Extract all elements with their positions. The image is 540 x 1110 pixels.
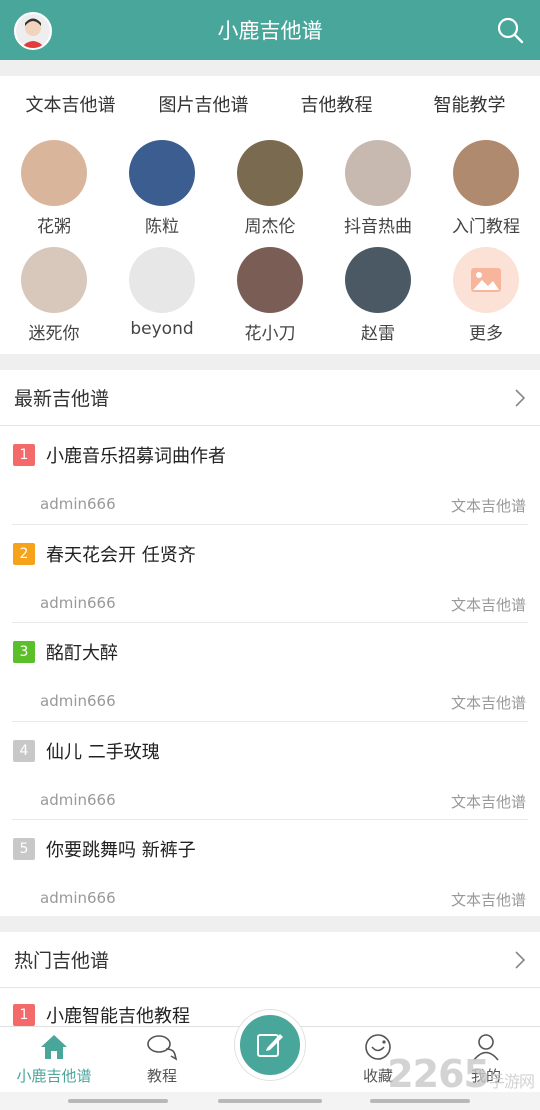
tab-type: 文本吉他谱 bbox=[450, 694, 526, 712]
watermark-logo: 2265手游网 bbox=[387, 1052, 535, 1096]
tab-type: 文本吉他谱 bbox=[450, 891, 526, 909]
category-panel: 文本吉他谱 图片吉他谱 吉他教程 智能教学 花粥 陈粒 周杰伦 抖音热曲 入门教… bbox=[0, 76, 540, 354]
tab-type: 文本吉他谱 bbox=[450, 792, 526, 811]
song-title: 酩酊大醉 bbox=[46, 643, 118, 664]
rank-badge: 1 bbox=[13, 1004, 35, 1026]
artist-avatar bbox=[21, 247, 87, 313]
artist-avatar bbox=[453, 140, 519, 206]
artist-name: 入门教程 bbox=[452, 217, 520, 237]
artist-name: 陈粒 bbox=[145, 217, 179, 237]
search-icon[interactable] bbox=[496, 16, 524, 44]
tab-type: 文本吉他谱 bbox=[450, 595, 526, 614]
artist-avatar bbox=[129, 140, 195, 206]
section-title: 最新吉他谱 bbox=[14, 388, 110, 410]
more-item[interactable]: 更多 bbox=[432, 247, 540, 344]
nav-pill[interactable] bbox=[68, 1099, 168, 1103]
section-title: 热门吉他谱 bbox=[14, 950, 110, 972]
artist-item[interactable]: 抖音热曲 bbox=[324, 140, 432, 237]
artist-item[interactable]: 花小刀 bbox=[216, 247, 324, 344]
artist-avatar bbox=[129, 247, 195, 313]
song-title: 小鹿智能吉他教程 bbox=[46, 1006, 190, 1027]
latest-list: 1 小鹿音乐招募词曲作者 admin666 文本吉他谱 2 春天花会开 任贤齐 admin6… bbox=[0, 426, 540, 919]
user-avatar[interactable] bbox=[14, 12, 52, 50]
artist-avatar bbox=[237, 247, 303, 313]
list-item[interactable]: 5 你要跳舞吗 新裤子 admin666 文本吉他谱 bbox=[12, 820, 528, 919]
top-bar: 小鹿吉他谱 bbox=[0, 0, 540, 60]
tab-home[interactable]: 小鹿吉他谱 bbox=[0, 1027, 108, 1092]
rank-badge: 4 bbox=[13, 739, 35, 762]
author-name: admin666 bbox=[40, 692, 116, 710]
author-name: admin666 bbox=[40, 790, 116, 809]
artist-name: 花小刀 bbox=[244, 324, 296, 344]
hot-header[interactable]: 热门吉他谱 bbox=[0, 932, 540, 988]
list-item[interactable]: 2 春天花会开 任贤齐 admin666 文本吉他谱 bbox=[12, 525, 528, 623]
latest-section: 最新吉他谱 1 小鹿音乐招募词曲作者 admin666 文本吉他谱 2 春天花会开 任贤齐… bbox=[0, 370, 540, 916]
artist-item[interactable]: 陈粒 bbox=[108, 140, 216, 237]
rank-badge: 2 bbox=[13, 542, 35, 565]
artist-name: 周杰伦 bbox=[244, 217, 296, 237]
artist-grid: 花粥 陈粒 周杰伦 抖音热曲 入门教程 迷死你 beyond 花小刀 赵雷 更多 bbox=[0, 132, 540, 344]
artist-item[interactable]: 入门教程 bbox=[432, 140, 540, 237]
rank-badge: 5 bbox=[13, 838, 35, 860]
nav-pill[interactable] bbox=[218, 1099, 322, 1103]
image-placeholder-icon bbox=[453, 247, 519, 313]
home-icon bbox=[41, 1035, 67, 1059]
song-title: 春天花会开 任贤齐 bbox=[46, 544, 196, 566]
song-title: 小鹿音乐招募词曲作者 bbox=[46, 446, 226, 467]
artist-avatar bbox=[345, 247, 411, 313]
author-name: admin666 bbox=[40, 889, 116, 907]
tab-text-tabs[interactable]: 文本吉他谱 bbox=[4, 91, 137, 117]
chat-bubbles-icon bbox=[147, 1035, 178, 1061]
artist-name: beyond bbox=[130, 319, 194, 339]
chevron-right-icon bbox=[515, 388, 526, 407]
author-name: admin666 bbox=[40, 593, 116, 612]
artist-name: 迷死你 bbox=[28, 324, 80, 344]
latest-header[interactable]: 最新吉他谱 bbox=[0, 370, 540, 426]
song-title: 你要跳舞吗 新裤子 bbox=[46, 840, 196, 861]
system-nav-bar bbox=[0, 1092, 540, 1110]
watermark-text: 2265 bbox=[387, 1052, 490, 1096]
artist-name: 赵雷 bbox=[361, 324, 395, 344]
list-item[interactable]: 4 仙儿 二手玫瑰 admin666 文本吉他谱 bbox=[12, 722, 528, 820]
artist-avatar bbox=[345, 140, 411, 206]
artist-name: 更多 bbox=[469, 324, 503, 344]
edit-icon bbox=[257, 1034, 283, 1057]
list-item[interactable]: 1 小鹿音乐招募词曲作者 admin666 文本吉他谱 bbox=[12, 426, 528, 525]
tab-tutorial[interactable]: 教程 bbox=[108, 1027, 216, 1092]
song-title: 仙儿 二手玫瑰 bbox=[46, 741, 160, 763]
author-name: admin666 bbox=[40, 495, 116, 513]
app-title: 小鹿吉他谱 bbox=[217, 19, 323, 43]
category-tabs: 文本吉他谱 图片吉他谱 吉他教程 智能教学 bbox=[0, 76, 540, 132]
rank-badge: 1 bbox=[13, 444, 35, 466]
artist-name: 抖音热曲 bbox=[344, 217, 412, 237]
artist-avatar bbox=[237, 140, 303, 206]
artist-item[interactable]: 周杰伦 bbox=[216, 140, 324, 237]
tab-smart-teaching[interactable]: 智能教学 bbox=[403, 91, 536, 117]
tab-type: 文本吉他谱 bbox=[450, 497, 526, 515]
chevron-right-icon bbox=[515, 950, 526, 969]
artist-item[interactable]: 赵雷 bbox=[324, 247, 432, 344]
rank-badge: 3 bbox=[13, 641, 35, 663]
watermark-sub: 手游网 bbox=[488, 1072, 535, 1091]
artist-name: 花粥 bbox=[37, 217, 71, 237]
list-item[interactable]: 3 酩酊大醉 admin666 文本吉他谱 bbox=[12, 623, 528, 722]
tab-image-tabs[interactable]: 图片吉他谱 bbox=[137, 91, 270, 117]
tab-label: 小鹿吉他谱 bbox=[16, 1067, 92, 1085]
tab-guitar-tutorial[interactable]: 吉他教程 bbox=[270, 91, 403, 117]
artist-avatar bbox=[21, 140, 87, 206]
tab-label: 教程 bbox=[146, 1067, 177, 1085]
artist-item[interactable]: 迷死你 bbox=[0, 247, 108, 344]
nav-pill[interactable] bbox=[370, 1099, 470, 1103]
compose-button[interactable] bbox=[235, 1010, 305, 1080]
artist-item[interactable]: beyond bbox=[108, 247, 216, 344]
artist-item[interactable]: 花粥 bbox=[0, 140, 108, 237]
